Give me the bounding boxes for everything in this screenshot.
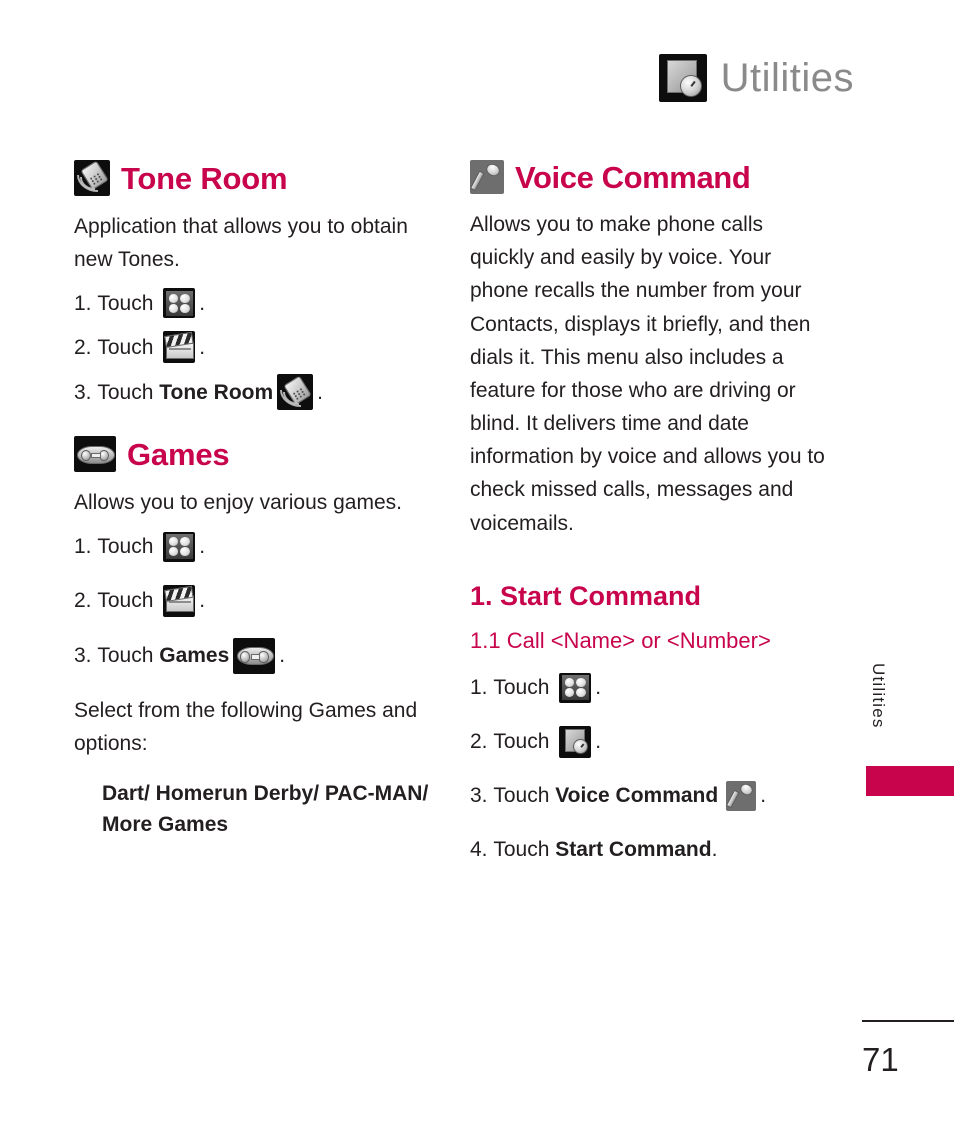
footer-divider	[862, 1020, 954, 1022]
section-heading-label: Games	[127, 436, 230, 472]
grid-menu-icon	[559, 672, 592, 703]
page-header: Utilities	[658, 54, 854, 102]
clapperboard-icon	[163, 584, 196, 617]
steps-tone-room: 1. Touch . 2. Touch . 3. Touch Tone Room	[74, 286, 434, 411]
step-end: .	[199, 335, 206, 359]
step-number: 1.	[74, 534, 98, 558]
step-end: .	[199, 291, 206, 315]
step-number: 2.	[74, 335, 98, 359]
step-end: .	[317, 380, 324, 404]
microphone-icon	[726, 780, 757, 811]
step-end: .	[595, 729, 602, 753]
step-number: 3.	[470, 783, 494, 807]
page-number: 71	[862, 1041, 899, 1078]
section-heading-label: Voice Command	[515, 159, 751, 195]
step-item: 2. Touch .	[74, 330, 434, 364]
gamepad-icon	[233, 637, 276, 674]
section-heading-label: Tone Room	[121, 160, 288, 196]
step-end: .	[595, 675, 602, 699]
steps-voice-command: 1. Touch . 2. Touch . 3. Touch Voice Com…	[470, 671, 830, 867]
microphone-icon	[470, 160, 504, 194]
step-number: 1.	[470, 675, 494, 699]
gamepad-icon	[74, 436, 116, 473]
step-label: Touch	[97, 534, 160, 558]
step-bold-target: Games	[159, 643, 230, 667]
step-number: 3.	[74, 643, 98, 667]
subsection-heading-call-name-or-number: 1.1 Call <Name> or <Number>	[470, 628, 771, 654]
step-item: 1. Touch .	[74, 286, 434, 320]
section-tone-room: Tone Room Application that allows you to…	[74, 160, 434, 411]
clapperboard-icon	[163, 331, 196, 364]
step-label: Touch	[97, 588, 160, 612]
step-item: 3. Touch Games .	[74, 637, 434, 674]
section-body-voice-command: Allows you to make phone calls quickly a…	[470, 213, 825, 535]
step-number: 1.	[74, 291, 98, 315]
games-options-list: Dart/ Homerun Derby/ PAC-MAN/ More Games	[102, 781, 429, 837]
subsection-heading-start-command: 1. Start Command	[470, 580, 702, 611]
step-label: Touch	[493, 783, 556, 807]
step-bold-target: Voice Command	[555, 783, 719, 807]
step-end: .	[279, 643, 286, 667]
step-bold-target: Start Command	[555, 837, 712, 861]
right-column: Voice Command Allows you to make phone c…	[470, 160, 830, 887]
step-item: 4. Touch Start Command .	[470, 833, 830, 867]
section-body-tone-room: Application that allows you to obtain ne…	[74, 215, 408, 272]
step-item: 2. Touch .	[470, 725, 830, 759]
step-label: Touch	[493, 837, 556, 861]
step-label: Touch	[493, 729, 556, 753]
section-heading-games: Games	[74, 436, 434, 473]
step-item: 1. Touch .	[470, 671, 830, 705]
step-number: 2.	[470, 729, 494, 753]
step-label: Touch	[97, 335, 160, 359]
grid-menu-icon	[163, 531, 196, 562]
step-end: .	[760, 783, 767, 807]
utilities-icon	[559, 725, 592, 758]
games-select-text: Select from the following Games and opti…	[74, 698, 418, 755]
utilities-icon	[658, 54, 707, 102]
step-label: Touch	[493, 675, 556, 699]
side-tab-marker	[866, 766, 954, 796]
step-end: .	[199, 534, 206, 558]
left-column: Tone Room Application that allows you to…	[74, 160, 434, 841]
section-games: Games Allows you to enjoy various games.…	[74, 436, 434, 841]
step-item: 2. Touch .	[74, 584, 434, 618]
step-number: 3.	[74, 380, 98, 404]
step-end: .	[711, 837, 718, 861]
step-label: Touch	[97, 380, 160, 404]
step-label: Touch	[97, 291, 160, 315]
section-heading-tone-room: Tone Room	[74, 160, 434, 196]
tone-room-icon	[74, 160, 110, 196]
step-bold-target: Tone Room	[159, 380, 274, 404]
step-end: .	[199, 588, 206, 612]
section-body-games: Allows you to enjoy various games.	[74, 491, 402, 515]
step-number: 2.	[74, 588, 98, 612]
step-item: 3. Touch Voice Command .	[470, 779, 830, 813]
steps-games: 1. Touch . 2. Touch . 3. Touch Games .	[74, 530, 434, 674]
step-label: Touch	[97, 643, 160, 667]
step-item: 1. Touch .	[74, 530, 434, 564]
grid-menu-icon	[163, 288, 196, 319]
section-heading-voice-command: Voice Command	[470, 160, 830, 194]
side-tab-label: Utilities	[869, 663, 888, 729]
tone-room-icon	[277, 374, 314, 411]
step-item: 3. Touch Tone Room .	[74, 374, 434, 411]
step-number: 4.	[470, 837, 494, 861]
page-title: Utilities	[720, 56, 854, 100]
